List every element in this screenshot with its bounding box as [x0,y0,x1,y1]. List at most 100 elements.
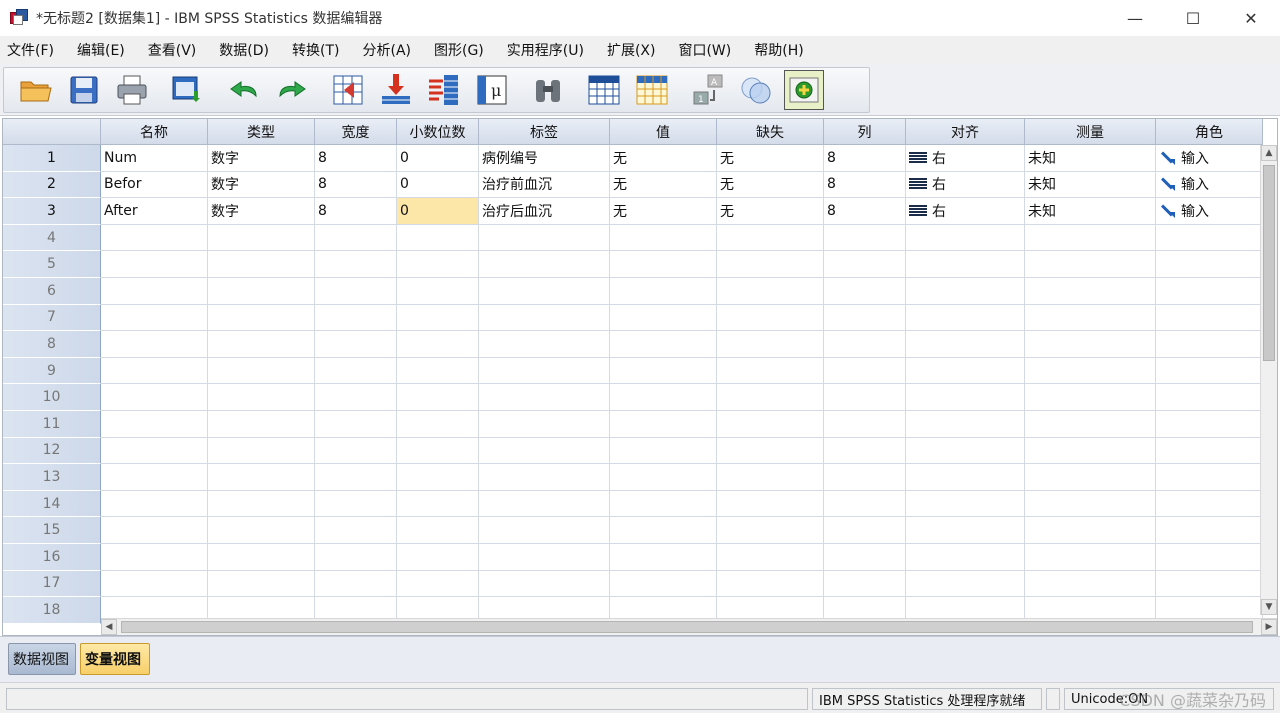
split-file-icon[interactable]: A1 [688,70,728,110]
empty-cell[interactable] [1025,278,1156,305]
empty-cell[interactable] [1156,490,1263,518]
empty-cell[interactable] [397,464,479,491]
empty-cell[interactable] [1156,278,1263,305]
empty-cell[interactable] [479,304,610,332]
empty-cell[interactable] [101,544,208,571]
cell-role[interactable]: 输入 [1156,171,1263,199]
empty-cell[interactable] [208,224,315,252]
empty-cell[interactable] [1025,437,1156,465]
row-number[interactable]: 12 [3,437,101,465]
empty-cell[interactable] [208,357,315,385]
scroll-right-icon[interactable]: ▶ [1261,619,1277,635]
row-number[interactable]: 8 [3,331,101,358]
empty-cell[interactable] [101,517,208,544]
empty-cell[interactable] [717,544,824,571]
empty-cell[interactable] [906,464,1025,491]
cell-label[interactable]: 治疗前血沉 [479,171,610,199]
row-number[interactable]: 17 [3,570,101,598]
close-button[interactable]: ✕ [1222,0,1280,36]
empty-cell[interactable] [101,304,208,332]
minimize-button[interactable]: — [1106,0,1164,36]
empty-cell[interactable] [717,331,824,358]
variable-info-icon[interactable]: μ [472,70,512,110]
empty-cell[interactable] [1025,357,1156,385]
cell-values[interactable]: 无 [610,198,717,225]
empty-cell[interactable] [101,278,208,305]
empty-cell[interactable] [610,304,717,332]
empty-cell[interactable] [1025,464,1156,491]
empty-cell[interactable] [1025,490,1156,518]
empty-cell[interactable] [101,357,208,385]
horizontal-scrollbar[interactable]: ◀ ▶ [101,618,1277,635]
empty-cell[interactable] [610,570,717,598]
empty-cell[interactable] [610,490,717,518]
empty-cell[interactable] [315,331,397,358]
tab-data-view[interactable]: 数据视图 [8,643,76,675]
empty-cell[interactable] [315,384,397,411]
empty-cell[interactable] [315,304,397,332]
empty-cell[interactable] [397,224,479,252]
empty-cell[interactable] [824,304,906,332]
empty-cell[interactable] [1156,570,1263,598]
empty-cell[interactable] [1156,437,1263,465]
empty-cell[interactable] [1156,251,1263,278]
empty-cell[interactable] [1025,517,1156,544]
empty-cell[interactable] [824,464,906,491]
empty-cell[interactable] [610,464,717,491]
empty-cell[interactable] [397,411,479,438]
empty-cell[interactable] [906,570,1025,598]
cell-values[interactable]: 无 [610,145,717,172]
empty-cell[interactable] [208,490,315,518]
empty-cell[interactable] [906,357,1025,385]
empty-cell[interactable] [610,384,717,411]
undo-icon[interactable] [224,70,264,110]
empty-cell[interactable] [397,490,479,518]
empty-cell[interactable] [906,304,1025,332]
column-header-width[interactable]: 宽度 [315,119,397,145]
empty-cell[interactable] [824,224,906,252]
empty-cell[interactable] [315,570,397,598]
cell-decimals-selected[interactable]: 0 [397,198,479,225]
print-icon[interactable] [112,70,152,110]
empty-cell[interactable] [101,437,208,465]
menu-window[interactable]: 窗口(W) [671,40,739,60]
scroll-up-icon[interactable]: ▲ [1261,145,1277,161]
empty-cell[interactable] [315,278,397,305]
empty-cell[interactable] [824,517,906,544]
row-number[interactable]: 3 [3,198,101,225]
vertical-scrollbar[interactable]: ▲ ▼ [1260,145,1277,615]
empty-cell[interactable] [101,384,208,411]
empty-cell[interactable] [1156,357,1263,385]
tab-variable-view[interactable]: 变量视图 [80,643,150,675]
cell-columns[interactable]: 8 [824,198,906,225]
find-icon[interactable] [528,70,568,110]
empty-cell[interactable] [1025,251,1156,278]
row-number[interactable]: 7 [3,304,101,332]
empty-cell[interactable] [717,357,824,385]
empty-cell[interactable] [479,517,610,544]
empty-cell[interactable] [824,384,906,411]
cell-name[interactable]: Num [101,145,208,172]
empty-cell[interactable] [717,251,824,278]
empty-cell[interactable] [397,304,479,332]
empty-cell[interactable] [397,331,479,358]
empty-cell[interactable] [610,437,717,465]
empty-cell[interactable] [479,570,610,598]
menu-data[interactable]: 数据(D) [212,40,277,60]
empty-cell[interactable] [717,384,824,411]
cell-name[interactable]: Befor [101,171,208,199]
empty-cell[interactable] [101,490,208,518]
empty-cell[interactable] [1156,304,1263,332]
menu-help[interactable]: 帮助(H) [747,40,811,60]
goto-case-icon[interactable] [328,70,368,110]
empty-cell[interactable] [101,331,208,358]
menu-transform[interactable]: 转换(T) [285,40,347,60]
empty-cell[interactable] [824,437,906,465]
row-number[interactable]: 11 [3,411,101,438]
cell-role[interactable]: 输入 [1156,198,1263,225]
empty-cell[interactable] [315,251,397,278]
empty-cell[interactable] [717,464,824,491]
column-header-role[interactable]: 角色 [1156,119,1263,145]
empty-cell[interactable] [906,437,1025,465]
empty-cell[interactable] [208,278,315,305]
